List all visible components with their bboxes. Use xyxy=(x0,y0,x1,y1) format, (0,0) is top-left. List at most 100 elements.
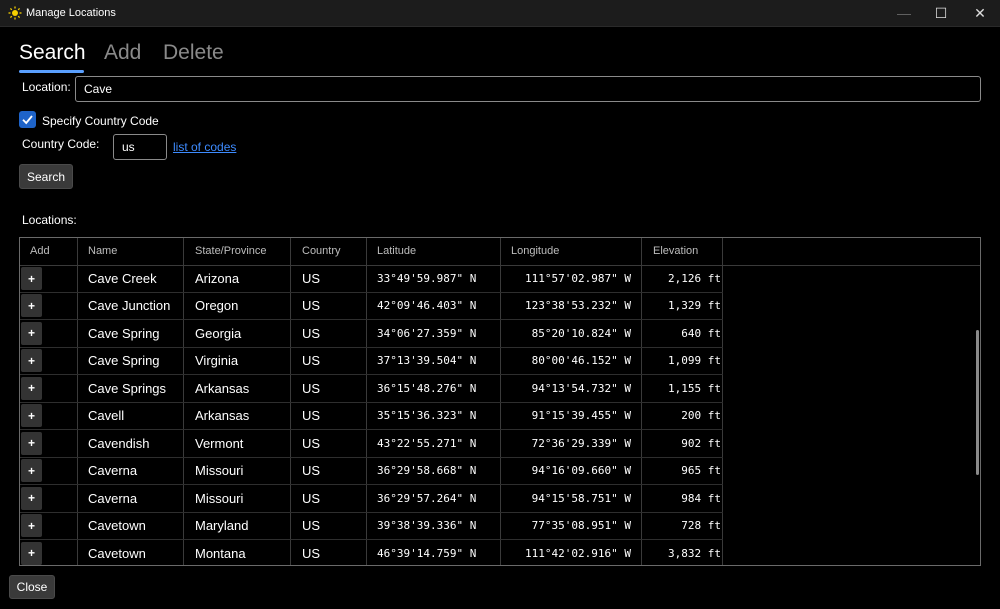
table-row[interactable]: + Caverna Missouri US 36°29'58.668" N 94°16'0… xyxy=(20,457,723,486)
cell-state: Missouri xyxy=(195,463,244,479)
add-location-button[interactable]: + xyxy=(21,541,42,565)
maximize-button[interactable]: ☐ xyxy=(921,0,961,26)
cell-longitude: 77°35'08.951" W xyxy=(531,519,631,533)
cell-state: Montana xyxy=(195,545,246,561)
column-header-state[interactable]: State/Province xyxy=(195,238,267,265)
tab-search[interactable]: Search xyxy=(19,41,86,65)
list-of-codes-link[interactable]: list of codes xyxy=(173,140,236,154)
column-header-country[interactable]: Country xyxy=(302,238,341,265)
table-row[interactable]: + Cave Spring Georgia US 34°06'27.359" N 85°2… xyxy=(20,320,723,348)
cell-longitude: 72°36'29.339" W xyxy=(531,436,631,450)
table-row[interactable]: + Cavell Arkansas US 35°15'36.323" N 91°15'39… xyxy=(20,402,723,431)
country-code-input[interactable] xyxy=(113,134,167,160)
column-header-latitude[interactable]: Latitude xyxy=(377,238,416,265)
cell-name: Cavetown xyxy=(88,545,146,561)
tab-add[interactable]: Add xyxy=(104,41,141,65)
cell-name: Cavetown xyxy=(88,518,146,534)
column-header-add[interactable]: Add xyxy=(30,238,50,265)
cell-latitude: 46°39'14.759" N xyxy=(377,546,477,560)
cell-latitude: 36°29'58.668" N xyxy=(377,464,477,478)
table-row[interactable]: + Cavetown Maryland US 39°38'39.336" N 77°35'… xyxy=(20,512,723,541)
table-row[interactable]: + Cave Springs Arkansas US 36°15'48.276" N 94… xyxy=(20,375,723,403)
table-row[interactable]: + Cave Creek Arizona US 33°49'59.987" N 111°5… xyxy=(20,265,723,293)
table-row[interactable]: + Cavendish Vermont US 43°22'55.271" N 72°36'… xyxy=(20,430,723,458)
cell-country: US xyxy=(302,518,321,534)
cell-state: Virginia xyxy=(195,353,239,369)
cell-name: Cave Spring xyxy=(88,353,160,369)
window-title: Manage Locations xyxy=(26,7,116,19)
cell-latitude: 37°13'39.504" N xyxy=(377,354,477,368)
cell-latitude: 33°49'59.987" N xyxy=(377,272,477,285)
cell-elevation: 1,155 ft xyxy=(668,381,721,395)
cell-country: US xyxy=(302,463,321,479)
specify-country-checkbox[interactable] xyxy=(19,111,36,128)
table-row[interactable]: + Cavetown Montana US 46°39'14.759" N 111°42'… xyxy=(20,540,723,566)
cell-longitude: 94°13'54.732" W xyxy=(531,381,631,395)
table-row[interactable]: + Caverna Missouri US 36°29'57.264" N 94°15'5… xyxy=(20,485,723,513)
cell-elevation: 3,832 ft xyxy=(668,546,721,560)
close-button[interactable]: Close xyxy=(9,575,55,599)
minimize-button[interactable]: — xyxy=(884,0,924,26)
cell-longitude: 111°57'02.987" W xyxy=(525,272,631,285)
cell-elevation: 965 ft xyxy=(681,464,721,478)
cell-latitude: 43°22'55.271" N xyxy=(377,436,477,450)
cell-elevation: 2,126 ft xyxy=(668,272,721,285)
cell-elevation: 902 ft xyxy=(681,436,721,450)
checkmark-icon xyxy=(22,115,33,125)
add-location-button[interactable]: + xyxy=(21,514,42,538)
cell-name: Cavell xyxy=(88,408,125,424)
add-location-button[interactable]: + xyxy=(21,486,42,510)
cell-latitude: 36°29'57.264" N xyxy=(377,491,477,505)
add-location-button[interactable]: + xyxy=(21,267,42,290)
add-location-button[interactable]: + xyxy=(21,431,42,455)
cell-longitude: 85°20'10.824" W xyxy=(531,326,631,340)
cell-state: Missouri xyxy=(195,490,244,506)
cell-state: Vermont xyxy=(195,435,244,451)
locations-grid: Add Name State/Province Country Latitude… xyxy=(19,237,981,566)
cell-state: Arizona xyxy=(195,271,240,286)
column-header-elevation[interactable]: Elevation xyxy=(653,238,698,265)
active-tab-indicator xyxy=(19,70,84,73)
cell-elevation: 640 ft xyxy=(681,326,721,340)
cell-longitude: 123°38'53.232" W xyxy=(525,299,631,313)
column-header-name[interactable]: Name xyxy=(88,238,117,265)
cell-country: US xyxy=(302,271,321,286)
cell-name: Cave Springs xyxy=(88,380,167,396)
cell-longitude: 80°00'46.152" W xyxy=(531,354,631,368)
add-location-button[interactable]: + xyxy=(21,294,42,318)
cell-state: Georgia xyxy=(195,325,242,341)
cell-name: Cavendish xyxy=(88,435,150,451)
cell-elevation: 728 ft xyxy=(681,519,721,533)
cell-country: US xyxy=(302,298,321,314)
vertical-scrollbar[interactable] xyxy=(976,330,979,475)
tab-delete[interactable]: Delete xyxy=(163,41,224,65)
cell-name: Cave Junction xyxy=(88,298,171,314)
column-header-longitude[interactable]: Longitude xyxy=(511,238,559,265)
cell-latitude: 36°15'48.276" N xyxy=(377,381,477,395)
cell-longitude: 94°16'09.660" W xyxy=(531,464,631,478)
add-location-button[interactable]: + xyxy=(21,321,42,345)
sun-icon xyxy=(8,6,22,20)
add-location-button[interactable]: + xyxy=(21,349,42,373)
cell-country: US xyxy=(302,325,321,341)
cell-longitude: 91°15'39.455" W xyxy=(531,409,631,423)
cell-state: Oregon xyxy=(195,298,239,314)
cell-country: US xyxy=(302,435,321,451)
cell-name: Caverna xyxy=(88,463,138,479)
add-location-button[interactable]: + xyxy=(21,404,42,428)
add-location-button[interactable]: + xyxy=(21,376,42,400)
add-location-button[interactable]: + xyxy=(21,459,42,483)
search-button[interactable]: Search xyxy=(19,164,73,189)
specify-country-label[interactable]: Specify Country Code xyxy=(42,114,159,128)
close-window-button[interactable]: ✕ xyxy=(960,0,1000,26)
cell-state: Maryland xyxy=(195,518,249,534)
cell-state: Arkansas xyxy=(195,408,250,424)
cell-elevation: 1,329 ft xyxy=(668,299,721,313)
cell-country: US xyxy=(302,380,321,396)
cell-longitude: 111°42'02.916" W xyxy=(525,546,631,560)
table-row[interactable]: + Cave Junction Oregon US 42°09'46.403" N 123… xyxy=(20,292,723,321)
cell-elevation: 200 ft xyxy=(681,409,721,423)
table-row[interactable]: + Cave Spring Virginia US 37°13'39.504" N 80°… xyxy=(20,347,723,376)
country-code-label: Country Code: xyxy=(22,137,100,151)
location-input[interactable] xyxy=(75,76,981,102)
